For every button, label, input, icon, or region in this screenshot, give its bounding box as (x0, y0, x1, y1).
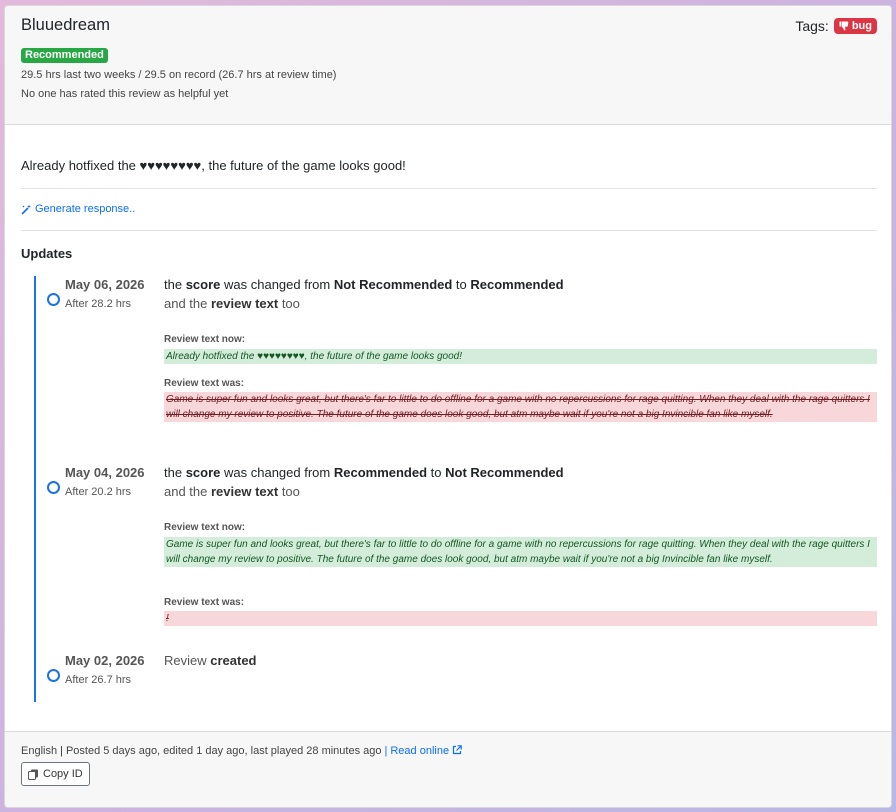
subline-text: and the (164, 484, 211, 499)
update-date: May 02, 2026 (65, 653, 145, 668)
reviewer-name: Bluuedream (21, 16, 110, 34)
helpful-info: No one has rated this review as helpful … (21, 88, 229, 100)
subline-text: too (278, 484, 300, 499)
review-text-was-label: Review text was: (164, 378, 245, 389)
language: English (21, 745, 58, 757)
summary-text: was changed from (220, 465, 334, 480)
summary-old-value: Recommended (333, 465, 428, 480)
update-after: After 28.2 hrs (65, 298, 132, 310)
playtime-info: 29.5 hrs last two weeks / 29.5 on record… (21, 69, 337, 81)
update-date: May 04, 2026 (65, 465, 145, 480)
footer-meta: English | Posted 5 days ago, edited 1 day … (21, 745, 462, 757)
review-text-was: ! (164, 611, 877, 626)
divider (21, 230, 877, 231)
summary-new-value: Recommended (470, 277, 564, 292)
subline-field: review text (211, 484, 279, 499)
summary-field: score (185, 465, 221, 480)
generate-response-label: Generate response.. (35, 203, 136, 215)
subline-text: too (278, 296, 300, 311)
recommended-badge: Recommended (21, 48, 108, 63)
subline-field: review text (211, 296, 279, 311)
review-text-now-label: Review text now: (164, 522, 246, 533)
review-text-now-label: Review text now: (164, 334, 246, 345)
copy-id-label: Copy ID (43, 768, 83, 780)
timeline-dot-icon (47, 481, 60, 494)
separator: | (60, 745, 63, 757)
timeline-line (34, 276, 36, 702)
review-card: Bluuedream Tags: bug Recommended 29.5 hr… (4, 5, 892, 808)
tags-label: Tags: (795, 18, 829, 34)
subline-text: and the (164, 296, 211, 311)
divider (21, 188, 877, 189)
update-subline: and the review text too (164, 484, 300, 499)
bug-tag[interactable]: bug (833, 18, 877, 34)
update-summary: the score was changed from Not Recommend… (164, 277, 564, 292)
generate-response-link[interactable]: Generate response.. (21, 203, 135, 215)
review-text-now: Already hotfixed the ♥♥♥♥♥♥♥♥, the futur… (164, 349, 877, 364)
separator: | (384, 745, 388, 757)
update-after: After 26.7 hrs (65, 674, 132, 686)
external-link-icon (453, 745, 462, 755)
review-text-was: Game is super fun and looks great, but t… (164, 392, 877, 422)
summary-text: the (164, 465, 186, 480)
review-footer: English | Posted 5 days ago, edited 1 day … (5, 731, 891, 807)
copy-icon (28, 769, 38, 780)
summary-text: Review (164, 653, 211, 668)
posted-info: Posted 5 days ago, edited 1 day ago, las… (65, 745, 382, 757)
summary-text: the (164, 277, 186, 292)
summary-old-value: Not Recommended (333, 277, 453, 292)
review-text: Already hotfixed the ♥♥♥♥♥♥♥♥, the futur… (21, 158, 406, 173)
review-header: Bluuedream Tags: bug Recommended 29.5 hr… (5, 6, 891, 125)
magic-wand-icon (21, 204, 31, 215)
summary-text: was changed from (220, 277, 334, 292)
update-summary: Review created (164, 653, 257, 668)
read-online-link[interactable]: Read online (390, 745, 462, 757)
review-text-now: Game is super fun and looks great, but t… (164, 537, 877, 567)
tags: Tags: bug (795, 18, 877, 34)
summary-text: to (427, 465, 446, 480)
bug-tag-label: bug (851, 20, 872, 32)
read-online-label: Read online (390, 745, 450, 757)
update-after: After 20.2 hrs (65, 486, 132, 498)
update-summary: the score was changed from Recommended t… (164, 465, 564, 480)
thumbs-down-icon (839, 21, 849, 31)
summary-field: created (210, 653, 257, 668)
update-subline: and the review text too (164, 296, 300, 311)
timeline-dot-icon (47, 293, 60, 306)
summary-text: to (452, 277, 471, 292)
review-text-was-label: Review text was: (164, 597, 245, 608)
copy-id-button[interactable]: Copy ID (21, 762, 90, 786)
summary-field: score (185, 277, 221, 292)
update-date: May 06, 2026 (65, 277, 145, 292)
timeline-dot-icon (47, 669, 60, 682)
updates-heading: Updates (21, 246, 73, 261)
summary-new-value: Not Recommended (445, 465, 564, 480)
